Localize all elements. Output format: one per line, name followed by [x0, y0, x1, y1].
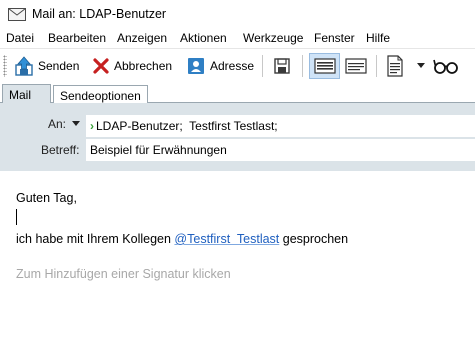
- header-panel: An: › LDAP-Benutzer; Testfirst Testlast;…: [0, 103, 475, 171]
- address-book-icon: [188, 58, 204, 74]
- title-bar: Mail an: LDAP-Benutzer: [0, 0, 475, 28]
- html-format-icon: [313, 58, 336, 74]
- save-button[interactable]: [270, 53, 294, 79]
- toolbar-grip[interactable]: [3, 55, 7, 77]
- toolbar-separator: [262, 55, 263, 77]
- tab-send-options[interactable]: Sendeoptionen: [53, 85, 148, 105]
- body-line-suffix: gesprochen: [279, 232, 349, 246]
- toolbar-separator: [376, 55, 377, 77]
- address-button[interactable]: Adresse: [186, 53, 254, 79]
- dropdown-arrow-icon: [417, 63, 425, 68]
- text-caret: [16, 209, 17, 225]
- body-greeting: Guten Tag,: [16, 191, 77, 205]
- signature-placeholder[interactable]: Zum Hinzufügen einer Signatur klicken: [16, 267, 231, 281]
- cancel-icon: [93, 58, 109, 74]
- subject-field[interactable]: Beispiel für Erwähnungen: [86, 139, 475, 161]
- spellcheck-button[interactable]: [432, 53, 460, 79]
- address-label: Adresse: [210, 59, 255, 73]
- send-button[interactable]: Senden: [14, 53, 79, 79]
- tab-strip: Mail Sendeoptionen: [0, 82, 475, 105]
- template-icon: [387, 55, 403, 77]
- menu-fenster[interactable]: Fenster: [314, 31, 355, 45]
- mail-icon: [8, 8, 26, 21]
- menu-bar: Datei Bearbeiten Anzeigen Aktionen Werkz…: [0, 28, 475, 48]
- chevron-down-icon: [72, 121, 81, 126]
- html-format-button[interactable]: [309, 53, 340, 79]
- menu-werkzeuge[interactable]: Werkzeuge: [243, 31, 303, 45]
- to-field[interactable]: › LDAP-Benutzer; Testfirst Testlast;: [86, 115, 475, 137]
- body-line-prefix: ich habe mit Ihrem Kollegen: [16, 232, 175, 246]
- subject-value: Beispiel für Erwähnungen: [90, 143, 227, 157]
- cancel-label: Abbrechen: [114, 59, 173, 73]
- send-label: Senden: [38, 59, 80, 73]
- toolbar-separator: [302, 55, 303, 77]
- spellcheck-glasses-icon: [433, 59, 458, 74]
- recipient-chevron-icon: ›: [90, 119, 94, 133]
- menu-bearbeiten[interactable]: Bearbeiten: [48, 31, 106, 45]
- tab-mail[interactable]: Mail: [2, 84, 51, 104]
- window-title: Mail an: LDAP-Benutzer: [32, 7, 167, 21]
- text-format-icon: [345, 58, 367, 74]
- to-label: An:: [48, 117, 67, 131]
- save-icon: [274, 58, 290, 74]
- cancel-button[interactable]: Abbrechen: [92, 53, 172, 79]
- send-icon: [15, 56, 33, 76]
- text-format-button[interactable]: [343, 53, 369, 79]
- toolbar: Senden Abbrechen Adresse: [0, 48, 475, 82]
- mention-link[interactable]: @Testfirst Testlast: [174, 232, 279, 246]
- menu-anzeigen[interactable]: Anzeigen: [117, 31, 167, 45]
- menu-aktionen[interactable]: Aktionen: [180, 31, 227, 45]
- body-text-line: ich habe mit Ihrem Kollegen @Testfirst T…: [16, 232, 348, 246]
- to-dropdown[interactable]: An:: [48, 117, 81, 131]
- menu-hilfe[interactable]: Hilfe: [366, 31, 390, 45]
- template-button[interactable]: [384, 53, 406, 79]
- subject-label: Betreff:: [41, 143, 80, 157]
- message-body[interactable]: Guten Tag, ich habe mit Ihrem Kollegen @…: [0, 171, 475, 350]
- to-value: LDAP-Benutzer; Testfirst Testlast;: [96, 119, 278, 133]
- menu-datei[interactable]: Datei: [6, 31, 34, 45]
- template-dropdown-button[interactable]: [414, 53, 428, 79]
